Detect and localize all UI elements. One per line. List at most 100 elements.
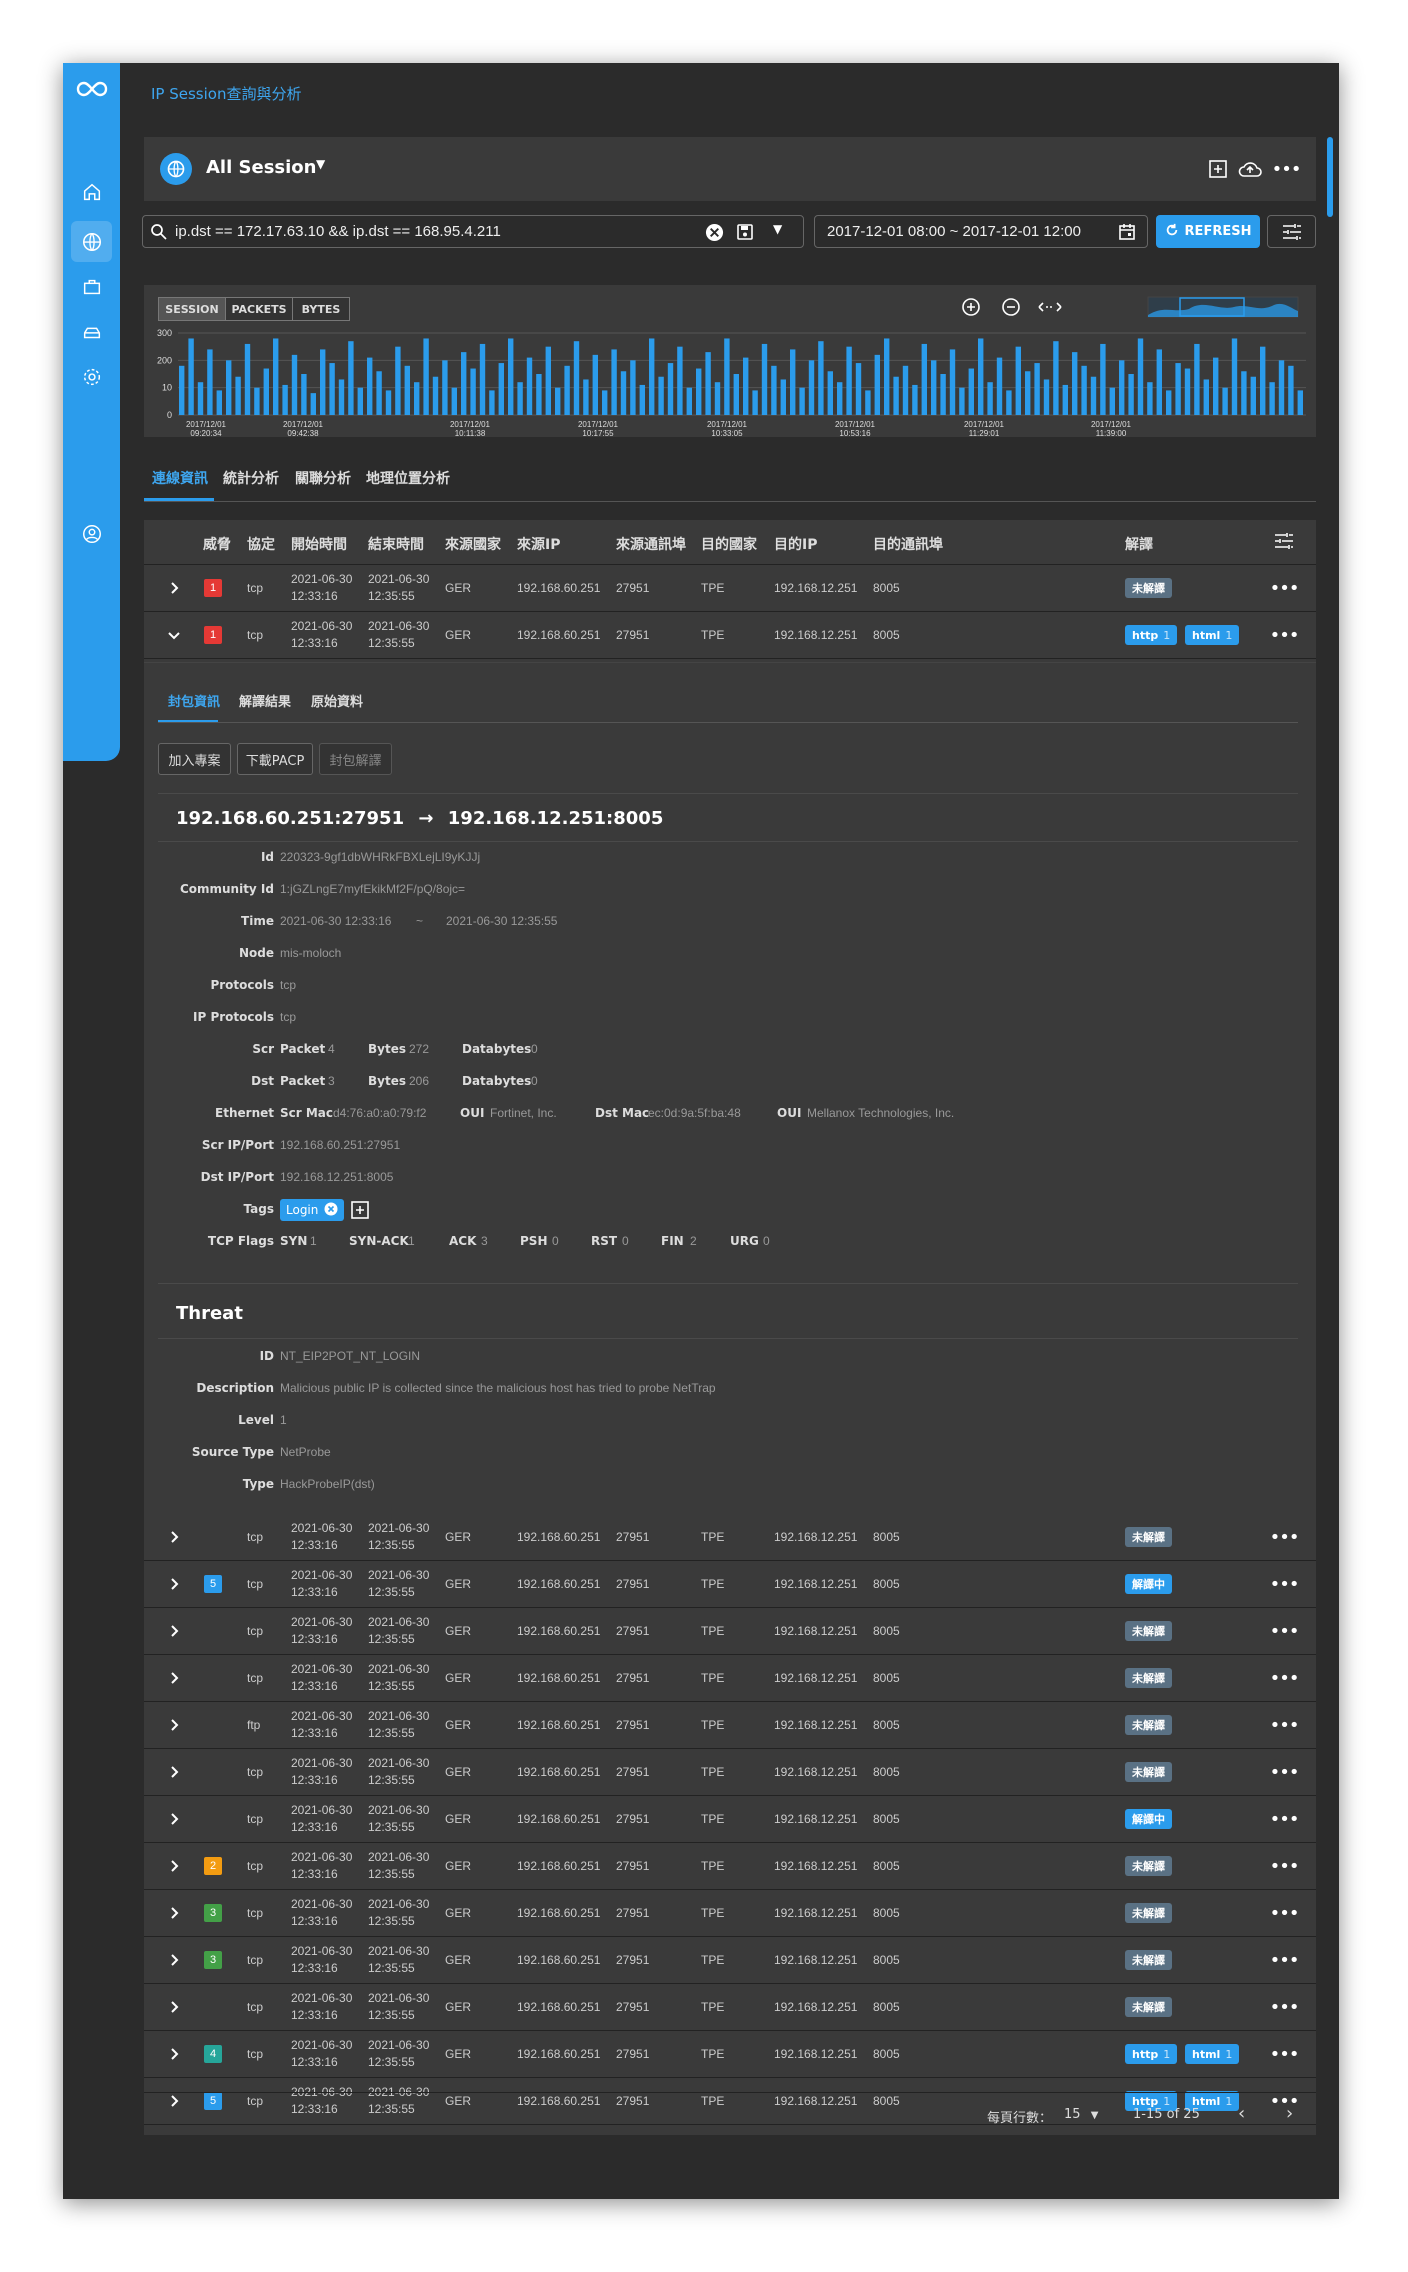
decode-badge[interactable]: 未解譯 (1125, 1762, 1172, 1782)
refresh-button[interactable]: REFRESH (1156, 215, 1260, 248)
table-row[interactable]: ftp 2021-06-30 12:33:16 2021-06-30 12:35:55 G… (144, 1702, 1316, 1749)
col-protocol[interactable]: 協定 (247, 534, 275, 554)
add-to-project-button[interactable]: 加入專案 (158, 743, 231, 775)
table-row[interactable]: 4 tcp 2021-06-30 12:33:16 2021-06-30 12:35:55… (144, 2031, 1316, 2078)
tab-correlation[interactable]: 關聯分析 (295, 468, 351, 488)
add-box-icon[interactable] (1206, 157, 1230, 181)
decode-badge[interactable]: 未解譯 (1125, 578, 1172, 598)
chevron-right-icon[interactable] (166, 1858, 182, 1874)
globe-nav-icon[interactable] (71, 221, 112, 262)
user-icon[interactable] (71, 513, 112, 554)
briefcase-icon[interactable] (71, 266, 112, 307)
row-more-icon[interactable]: ••• (1270, 1527, 1300, 1548)
table-row[interactable]: tcp 2021-06-30 12:33:16 2021-06-30 12:35:55 G… (144, 1749, 1316, 1796)
tab-geolocation[interactable]: 地理位置分析 (366, 468, 450, 488)
decode-badge[interactable]: 未解譯 (1125, 1715, 1172, 1735)
decode-badge[interactable]: 解譯中 (1125, 1574, 1172, 1594)
chevron-right-icon[interactable] (166, 1576, 182, 1592)
download-pcap-button[interactable]: 下載PACP (237, 743, 313, 775)
prev-page-icon[interactable]: ‹ (1238, 2103, 1245, 2124)
row-more-icon[interactable]: ••• (1270, 1762, 1300, 1783)
chevron-right-icon[interactable] (166, 1811, 182, 1827)
chevron-right-icon[interactable] (166, 1529, 182, 1545)
decode-badge[interactable]: 未解譯 (1125, 1621, 1172, 1641)
decode-badge[interactable]: http 1 (1125, 625, 1178, 645)
table-row[interactable]: 3 tcp 2021-06-30 12:33:16 2021-06-30 12:35:55… (144, 1890, 1316, 1937)
table-row[interactable]: 2 tcp 2021-06-30 12:33:16 2021-06-30 12:35:55… (144, 1843, 1316, 1890)
row-more-icon[interactable]: ••• (1270, 1574, 1300, 1595)
row-more-icon[interactable]: ••• (1270, 2044, 1300, 2065)
clear-icon[interactable] (705, 223, 724, 246)
detail-tab-raw[interactable]: 原始資料 (311, 691, 363, 710)
decode-badge[interactable]: 未解譯 (1125, 1997, 1172, 2017)
decode-badge[interactable]: html 1 (1185, 625, 1240, 645)
row-more-icon[interactable]: ••• (1270, 1997, 1300, 2018)
daterange-input[interactable]: 2017-12-01 08:00 ~ 2017-12-01 12:00 (814, 215, 1148, 248)
table-row[interactable]: tcp 2021-06-30 12:33:16 2021-06-30 12:35:55 G… (144, 1514, 1316, 1561)
search-input[interactable]: ip.dst == 172.17.63.10 && ip.dst == 168.… (142, 215, 804, 248)
table-row[interactable]: 3 tcp 2021-06-30 12:33:16 2021-06-30 12:35:55… (144, 1937, 1316, 1984)
detail-tab-packet[interactable]: 封包資訊 (168, 691, 220, 710)
chevron-right-icon[interactable] (166, 2046, 182, 2062)
chevron-right-icon[interactable] (166, 1905, 182, 1921)
more-icon[interactable]: ••• (1272, 157, 1302, 181)
row-more-icon[interactable]: ••• (1270, 625, 1300, 646)
table-row[interactable]: 1 tcp 2021-06-30 12:33:16 2021-06-30 12:35:55… (144, 612, 1316, 659)
row-more-icon[interactable]: ••• (1270, 1950, 1300, 1971)
cloud-upload-icon[interactable] (1236, 157, 1264, 181)
tag-chip[interactable]: Login (280, 1199, 345, 1221)
add-tag-icon[interactable] (351, 1201, 369, 1223)
save-icon[interactable] (736, 223, 754, 245)
row-more-icon[interactable]: ••• (1270, 1903, 1300, 1924)
chevron-right-icon[interactable] (166, 1717, 182, 1733)
decode-badge[interactable]: 未解譯 (1125, 1950, 1172, 1970)
decode-badge[interactable]: 未解譯 (1125, 1903, 1172, 1923)
tab-connection[interactable]: 連線資訊 (152, 468, 208, 488)
settings-icon[interactable] (71, 356, 112, 397)
decode-badge[interactable]: 未解譯 (1125, 1527, 1172, 1547)
tab-statistics[interactable]: 統計分析 (223, 468, 279, 488)
home-icon[interactable] (71, 171, 112, 212)
row-more-icon[interactable]: ••• (1270, 1809, 1300, 1830)
table-row[interactable]: 1 tcp 2021-06-30 12:33:16 2021-06-30 12:35:55… (144, 565, 1316, 612)
chevron-right-icon[interactable] (166, 1623, 182, 1639)
session-selector[interactable]: All Session (206, 157, 317, 178)
page-scrollbar[interactable] (1327, 137, 1333, 217)
row-more-icon[interactable]: ••• (1270, 1715, 1300, 1736)
decode-badge[interactable]: http 1 (1125, 2044, 1178, 2064)
col-threat[interactable]: 威脅 (203, 534, 231, 554)
col-src-port[interactable]: 來源通訊埠 (616, 534, 686, 554)
detail-tab-decode[interactable]: 解譯結果 (239, 691, 291, 710)
col-src-ip[interactable]: 來源IP (517, 534, 560, 554)
row-more-icon[interactable]: ••• (1270, 1856, 1300, 1877)
decode-badge[interactable]: 未解譯 (1125, 1856, 1172, 1876)
chevron-right-icon[interactable] (166, 580, 182, 596)
col-dst-country[interactable]: 目的國家 (701, 534, 757, 554)
chevron-right-icon[interactable] (166, 1952, 182, 1968)
filter-settings-button[interactable] (1267, 215, 1316, 248)
col-start[interactable]: 開始時間 (291, 534, 347, 554)
table-row[interactable]: 5 tcp 2021-06-30 12:33:16 2021-06-30 12:35:55… (144, 1561, 1316, 1608)
next-page-icon[interactable]: › (1286, 2103, 1293, 2124)
logo-icon[interactable] (72, 77, 112, 101)
chevron-right-icon[interactable] (166, 1764, 182, 1780)
caret-down-icon[interactable]: ▼ (316, 157, 325, 171)
decode-badge[interactable]: 未解譯 (1125, 1668, 1172, 1688)
decode-packet-button[interactable]: 封包解譯 (319, 743, 392, 775)
table-row[interactable]: tcp 2021-06-30 12:33:16 2021-06-30 12:35:55 G… (144, 1984, 1316, 2031)
rows-per-page-select[interactable]: 15 ▼ (1064, 2107, 1098, 2122)
column-settings-icon[interactable] (1274, 532, 1294, 554)
storage-icon[interactable] (71, 311, 112, 352)
row-more-icon[interactable]: ••• (1270, 1668, 1300, 1689)
row-more-icon[interactable]: ••• (1270, 578, 1300, 599)
caret-down-icon[interactable]: ▼ (773, 222, 782, 236)
table-row[interactable]: tcp 2021-06-30 12:33:16 2021-06-30 12:35:55 G… (144, 1655, 1316, 1702)
col-decode[interactable]: 解譯 (1125, 534, 1153, 554)
decode-badge[interactable]: html 1 (1185, 2044, 1240, 2064)
col-dst-port[interactable]: 目的通訊埠 (873, 534, 943, 554)
decode-badge[interactable]: 解譯中 (1125, 1809, 1172, 1829)
chevron-right-icon[interactable] (166, 1999, 182, 2015)
row-more-icon[interactable]: ••• (1270, 1621, 1300, 1642)
table-row[interactable]: tcp 2021-06-30 12:33:16 2021-06-30 12:35:55 G… (144, 1608, 1316, 1655)
chevron-right-icon[interactable] (166, 1670, 182, 1686)
